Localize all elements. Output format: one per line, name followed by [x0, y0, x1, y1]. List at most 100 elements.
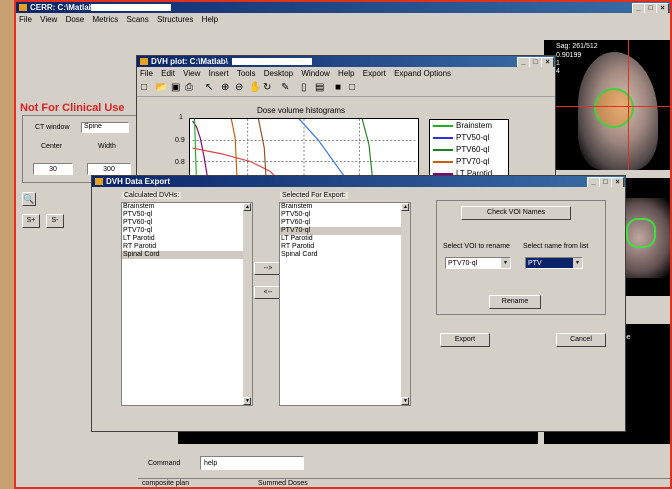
menu-desktop[interactable]: Desktop — [264, 69, 293, 78]
dvh-legend: Brainstem PTV50-ql PTV60-ql PTV70-ql LT … — [429, 119, 509, 183]
clinical-warning: Not For Clinical Use — [20, 102, 125, 114]
menu-file[interactable]: File — [140, 69, 153, 78]
list-item[interactable]: PTV70-ql — [122, 227, 252, 235]
list-item[interactable]: Brainstem — [122, 203, 252, 211]
sagittal-view[interactable]: Sag: 261/512 0.90199 1 4 — [544, 40, 670, 170]
menu-tools[interactable]: Tools — [237, 69, 256, 78]
remove-button[interactable]: <-- — [254, 286, 282, 299]
menu-help[interactable]: Help — [338, 69, 354, 78]
selected-export-list[interactable]: Brainstem PTV50-ql PTV60-ql PTV70-ql LT … — [279, 202, 411, 406]
legend-item: PTV50-ql — [430, 132, 508, 144]
list-item[interactable]: LT Parotid — [122, 235, 252, 243]
name-list-select[interactable]: PTV ▼ — [525, 257, 583, 269]
slice-plus-button[interactable]: S+ — [22, 214, 40, 228]
width-input[interactable]: 300 — [87, 163, 131, 175]
curve-ptv50 — [298, 119, 349, 181]
command-input[interactable]: help — [200, 456, 304, 470]
voi-rename-select[interactable]: PTV70-ql ▼ — [445, 257, 511, 269]
dvh-path-bar — [232, 58, 312, 65]
menu-metrics[interactable]: Metrics — [92, 15, 118, 24]
rotate-icon[interactable]: ↻ — [263, 81, 271, 95]
zoom-button[interactable]: 🔍 — [22, 192, 36, 206]
menu-help[interactable]: Help — [202, 15, 218, 24]
menu-view[interactable]: View — [183, 69, 200, 78]
menu-file[interactable]: File — [19, 15, 32, 24]
curve-brainstem — [193, 119, 198, 181]
dvh-plot-area[interactable] — [189, 118, 419, 182]
matlab-icon — [19, 4, 27, 11]
rename-panel: Check VOI Names Select VOI to rename Sel… — [436, 200, 606, 315]
datacursor-icon[interactable]: ✎ — [281, 81, 289, 95]
ct-window-select[interactable]: Spine — [81, 122, 129, 133]
list-item[interactable]: Brainstem — [280, 203, 410, 211]
menu-view[interactable]: View — [40, 15, 57, 24]
zoom-out-icon[interactable]: ⊖ — [235, 81, 243, 95]
list-item[interactable]: PTV70-ql — [280, 227, 410, 235]
center-input[interactable]: 30 — [33, 163, 73, 175]
close-button[interactable]: × — [656, 3, 669, 13]
rename-button[interactable]: Rename — [489, 295, 541, 309]
menu-dose[interactable]: Dose — [66, 15, 85, 24]
export-button[interactable]: Export — [440, 333, 490, 347]
pan-icon[interactable]: ✋ — [249, 81, 261, 95]
dvh-toolbar: □ 📂 ▣ ⎙ ↖ ⊕ ⊖ ✋ ↻ ✎ ▯ ▤ ■ □ — [137, 81, 555, 97]
list-item[interactable]: PTV50-ql — [280, 211, 410, 219]
show-plot-icon[interactable]: □ — [349, 81, 355, 95]
cerr-titlebar: CERR: C:\Matlab\ _ □ × — [16, 2, 670, 13]
scroll-down-icon[interactable]: ▼ — [243, 397, 251, 405]
width-label: Width — [98, 143, 116, 150]
close-button[interactable]: × — [541, 57, 554, 67]
check-voi-names-button[interactable]: Check VOI Names — [461, 206, 571, 220]
legend-label: PTV70-ql — [456, 157, 490, 166]
calculated-dvh-list[interactable]: Brainstem PTV50-ql PTV60-ql PTV70-ql LT … — [121, 202, 253, 406]
selected-label: Selected For Export: — [280, 192, 348, 199]
calc-label: Calculated DVHs: — [122, 192, 182, 199]
rename-label: Select VOI to rename — [443, 243, 510, 250]
status-plan: composite plan — [142, 480, 190, 487]
pointer-icon[interactable]: ↖ — [205, 81, 213, 95]
list-item[interactable]: PTV50-ql — [122, 211, 252, 219]
legend-icon[interactable]: ▤ — [315, 81, 324, 95]
scrollbar[interactable]: ▲ ▼ — [243, 203, 252, 405]
list-item[interactable]: RT Parotid — [122, 243, 252, 251]
menu-expand-options[interactable]: Expand Options — [394, 69, 451, 78]
save-icon[interactable]: ▣ — [171, 81, 180, 95]
zoom-in-icon[interactable]: ⊕ — [221, 81, 229, 95]
tick-1: 1 — [179, 114, 183, 121]
scroll-down-icon[interactable]: ▼ — [401, 397, 409, 405]
list-item[interactable]: PTV60-ql — [280, 219, 410, 227]
menu-insert[interactable]: Insert — [209, 69, 229, 78]
list-item[interactable]: Spinal Cord — [122, 251, 252, 259]
sag-value: 0.90199 — [556, 52, 582, 59]
list-item[interactable]: Spinal Cord — [280, 251, 410, 259]
hide-plot-icon[interactable]: ■ — [335, 81, 341, 95]
curve-brown — [257, 119, 267, 181]
cancel-button[interactable]: Cancel — [556, 333, 606, 347]
menu-scans[interactable]: Scans — [127, 15, 149, 24]
list-item[interactable]: LT Parotid — [280, 235, 410, 243]
list-item[interactable]: PTV60-ql — [122, 219, 252, 227]
list-item[interactable]: RT Parotid — [280, 243, 410, 251]
dvh-title: DVH plot: C:\Matlab\ — [151, 57, 228, 66]
export-title: DVH Data Export — [106, 177, 171, 186]
plot-title: Dose volume histograms — [257, 106, 346, 115]
slice-minus-button[interactable]: S- — [46, 214, 64, 228]
cerr-menubar: File View Dose Metrics Scans Structures … — [16, 14, 670, 26]
menu-structures[interactable]: Structures — [157, 15, 193, 24]
menu-export[interactable]: Export — [363, 69, 386, 78]
dvh-titlebar: DVH plot: C:\Matlab\ _ □ × — [137, 56, 555, 67]
scroll-up-icon[interactable]: ▲ — [401, 203, 409, 211]
tick-0-9: 0.9 — [175, 137, 185, 144]
curve-ptv60 — [361, 119, 374, 181]
scrollbar[interactable]: ▲ ▼ — [401, 203, 410, 405]
menu-edit[interactable]: Edit — [161, 69, 175, 78]
menu-window[interactable]: Window — [301, 69, 329, 78]
print-icon[interactable]: ⎙ — [185, 81, 193, 95]
scroll-up-icon[interactable]: ▲ — [243, 203, 251, 211]
new-icon[interactable]: □ — [141, 81, 147, 95]
chevron-down-icon: ▼ — [573, 258, 582, 268]
close-button[interactable]: × — [611, 177, 624, 187]
add-button[interactable]: --> — [254, 262, 282, 275]
open-icon[interactable]: 📂 — [155, 81, 167, 95]
colorbar-icon[interactable]: ▯ — [301, 81, 307, 95]
